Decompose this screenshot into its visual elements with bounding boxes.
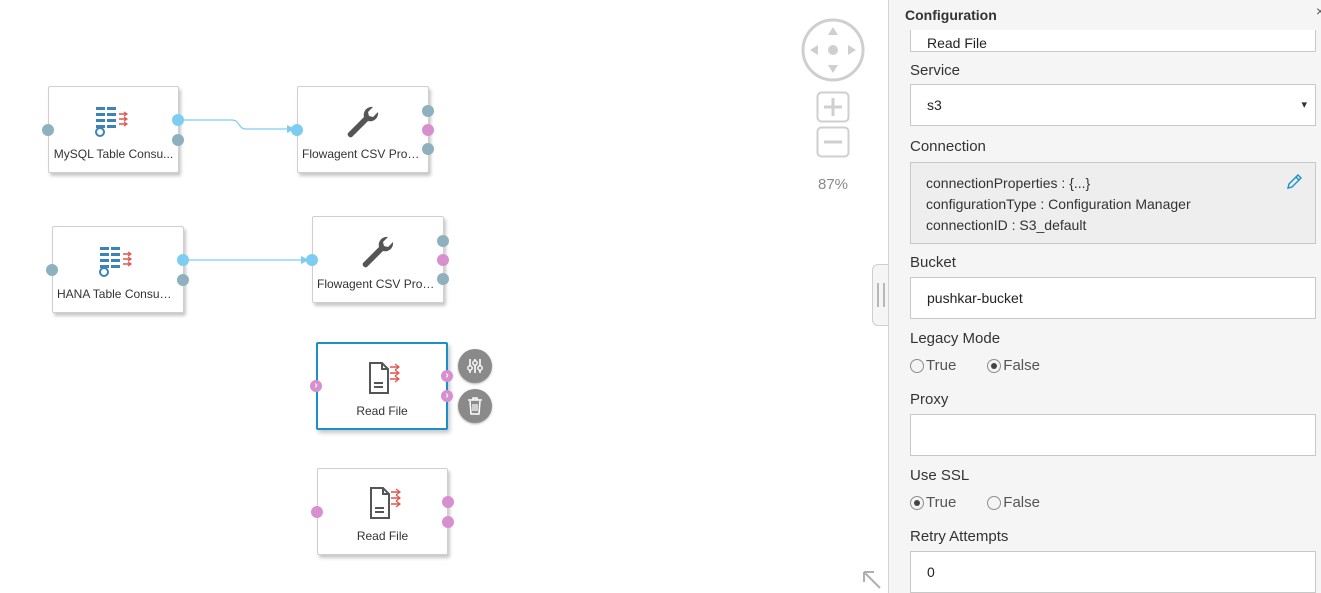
wrench-icon <box>362 236 394 268</box>
operator-node-hana[interactable]: HANA Table Consumer <box>46 226 189 313</box>
service-select[interactable]: s3 ▾ <box>910 84 1316 126</box>
trash-icon <box>468 397 482 415</box>
radio-label: True <box>926 494 957 511</box>
connection-line: connectionID : S3_default <box>926 217 1087 233</box>
node-label: HANA Table Consumer <box>57 287 179 301</box>
legacy-mode-radio-group: True False <box>910 357 1040 374</box>
proxy-label: Proxy <box>910 391 949 408</box>
node-label: Flowagent CSV Prod... <box>302 147 424 161</box>
radio-button-selected[interactable] <box>987 358 1002 373</box>
zoom-level: 87% <box>817 176 849 193</box>
radio-button[interactable] <box>910 358 924 373</box>
input-port[interactable] <box>42 124 54 136</box>
table-consumer-icon <box>99 247 133 277</box>
radio-label: True <box>926 357 957 374</box>
input-port[interactable] <box>306 254 318 266</box>
bucket-input[interactable]: pushkar-bucket <box>910 277 1316 319</box>
node-delete-button[interactable] <box>458 389 492 423</box>
legacy-mode-false-option[interactable]: False <box>987 357 1040 374</box>
expand-corner-icon[interactable] <box>860 568 882 590</box>
panel-body: Read File Service s3 ▾ Connection connec… <box>889 30 1321 593</box>
output-port[interactable]: › <box>441 370 453 382</box>
connection-box: connectionProperties : {...} configurati… <box>910 162 1316 244</box>
output-port[interactable] <box>442 496 454 508</box>
radio-button-selected[interactable] <box>910 495 924 510</box>
use-ssl-true-option[interactable]: True <box>910 494 956 511</box>
connection-line: connectionProperties : {...} <box>926 175 1091 191</box>
input-port[interactable]: › <box>310 380 322 392</box>
radio-label: False <box>1003 357 1040 374</box>
table-consumer-icon <box>94 107 128 137</box>
legacy-mode-true-option[interactable]: True <box>910 357 956 374</box>
zoom-in-button[interactable] <box>816 91 850 123</box>
graph-canvas[interactable]: MySQL Table Consu... Flowagent CSV Prod.… <box>0 0 888 593</box>
operator-node-read-file[interactable]: Read File <box>311 468 454 555</box>
operator-node-csv-producer[interactable]: Flowagent CSV Prod... <box>291 86 434 173</box>
use-ssl-label: Use SSL <box>910 467 970 484</box>
input-port[interactable] <box>311 506 323 518</box>
output-port[interactable] <box>177 254 189 266</box>
pan-navigation-control[interactable] <box>801 18 865 82</box>
node-label: Read File <box>356 404 408 418</box>
output-port[interactable] <box>437 254 449 266</box>
output-port[interactable] <box>422 143 434 155</box>
file-reader-icon <box>369 362 400 394</box>
radio-label: False <box>1003 494 1040 511</box>
input-port[interactable] <box>291 124 303 136</box>
chevron-down-icon: ▾ <box>1301 99 1307 111</box>
connection-label: Connection <box>910 138 986 155</box>
node-label: Read File <box>356 529 409 543</box>
service-label: Service <box>910 62 961 79</box>
retry-attempts-input[interactable]: 0 <box>910 551 1316 593</box>
output-port[interactable] <box>437 273 449 285</box>
output-port[interactable] <box>172 134 184 146</box>
panel-resize-handle[interactable] <box>872 264 889 326</box>
panel-title: Configuration <box>905 7 997 23</box>
proxy-input[interactable] <box>910 414 1316 456</box>
label-field-value: Read File <box>927 35 987 51</box>
close-icon[interactable]: × <box>1316 3 1321 19</box>
zoom-out-button[interactable] <box>816 126 850 158</box>
operator-node-read-file[interactable]: Read File › › › <box>310 342 453 430</box>
node-settings-button[interactable] <box>458 349 492 383</box>
label-field[interactable]: Read File <box>910 30 1316 52</box>
operator-node-mysql[interactable]: MySQL Table Consu... <box>42 86 184 173</box>
output-port[interactable] <box>422 105 434 117</box>
output-port[interactable] <box>172 114 184 126</box>
output-port[interactable]: › <box>441 390 453 402</box>
node-label: MySQL Table Consu... <box>53 147 174 161</box>
file-reader-icon <box>369 487 401 519</box>
configuration-panel: Configuration × Read File Service s3 ▾ C… <box>888 0 1321 593</box>
settings-sliders-icon <box>467 359 483 373</box>
service-value: s3 <box>927 97 942 113</box>
bucket-label: Bucket <box>910 254 956 271</box>
use-ssl-false-option[interactable]: False <box>987 494 1040 511</box>
wire-mysql-csv <box>178 119 297 130</box>
operator-node-csv-producer[interactable]: Flowagent CSV Prod... <box>306 216 449 303</box>
edit-pencil-icon[interactable] <box>1285 173 1303 191</box>
use-ssl-radio-group: True False <box>910 494 1040 511</box>
output-port[interactable] <box>422 124 434 136</box>
output-port[interactable] <box>177 274 189 286</box>
output-port[interactable] <box>437 235 449 247</box>
legacy-mode-label: Legacy Mode <box>910 330 1001 347</box>
retry-attempts-label: Retry Attempts <box>910 528 1009 545</box>
input-port[interactable] <box>46 264 58 276</box>
connection-line: configurationType : Configuration Manage… <box>926 196 1191 212</box>
output-port[interactable] <box>442 516 454 528</box>
node-label: Flowagent CSV Prod... <box>317 277 439 291</box>
radio-button[interactable] <box>987 495 1002 510</box>
wrench-icon <box>347 106 379 138</box>
